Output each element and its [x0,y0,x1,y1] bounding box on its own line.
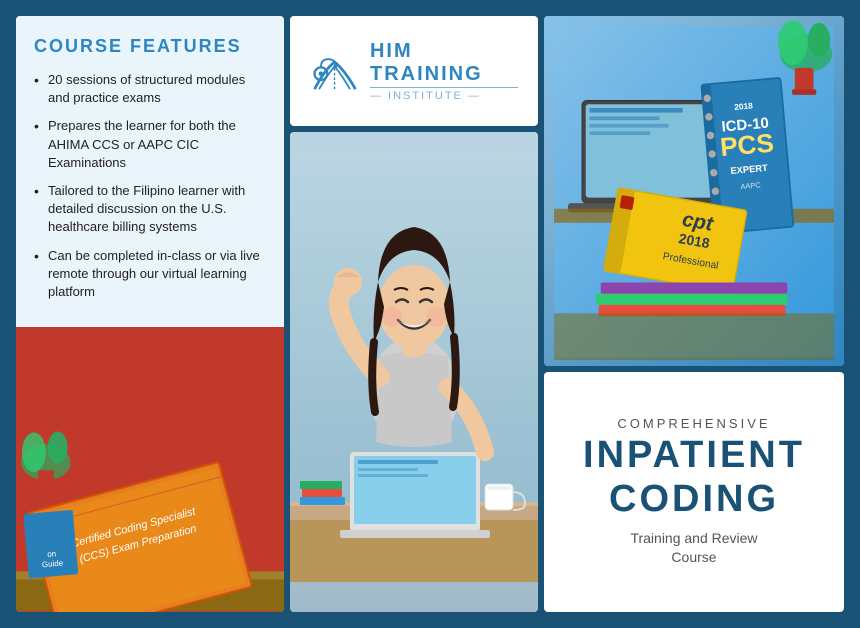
feature-item-2: Prepares the learner for both the AHIMA … [34,117,266,172]
svg-text:PCS: PCS [719,127,775,162]
logo-him-text: HIM TRAINING [370,40,518,86]
logo-container: HIM TRAINING — INSTITUTE — [310,40,518,102]
book-panel: Certified Coding Specialist (CCS) Exam P… [16,327,284,612]
features-list: 20 sessions of structured modules and pr… [34,71,266,301]
inpatient-title: INPATIENT [583,435,805,477]
book-illustration: Certified Coding Specialist (CCS) Exam P… [16,382,284,612]
coding-title: CODING [609,479,779,521]
comprehensive-panel: COMPREHENSIVE INPATIENT CODING Training … [544,372,844,612]
person-svg [290,162,538,582]
books-panel: 2018 ICD-10 PCS EXPERT AAPC cpt [544,16,844,366]
feature-item-3: Tailored to the Filipino learner with de… [34,182,266,237]
logo-institute-text: — INSTITUTE — [370,87,518,102]
svg-text:AAPC: AAPC [740,180,762,191]
left-panel: COURSE FEATURES 20 sessions of structure… [16,16,284,612]
logo-text: HIM TRAINING — INSTITUTE — [370,40,518,102]
books-background: 2018 ICD-10 PCS EXPERT AAPC cpt [544,16,844,366]
him-logo-icon [310,46,360,96]
comprehensive-label: COMPREHENSIVE [617,416,770,431]
feature-item-1: 20 sessions of structured modules and pr… [34,71,266,107]
training-subtitle: Training and ReviewCourse [630,529,757,568]
books-svg: 2018 ICD-10 PCS EXPERT AAPC cpt [554,16,834,366]
middle-panel: HIM TRAINING — INSTITUTE — [290,16,538,612]
svg-text:Guide: Guide [42,558,64,569]
course-features-title: COURSE FEATURES [34,36,266,57]
person-panel [290,132,538,612]
svg-text:on: on [47,549,57,559]
right-panel: 2018 ICD-10 PCS EXPERT AAPC cpt [544,16,844,612]
logo-panel: HIM TRAINING — INSTITUTE — [290,16,538,126]
left-panel-top: COURSE FEATURES 20 sessions of structure… [16,16,284,327]
person-illustration [290,132,538,612]
main-container: COURSE FEATURES 20 sessions of structure… [10,10,850,618]
svg-text:2018: 2018 [734,100,754,112]
feature-item-4: Can be completed in-class or via live re… [34,247,266,302]
